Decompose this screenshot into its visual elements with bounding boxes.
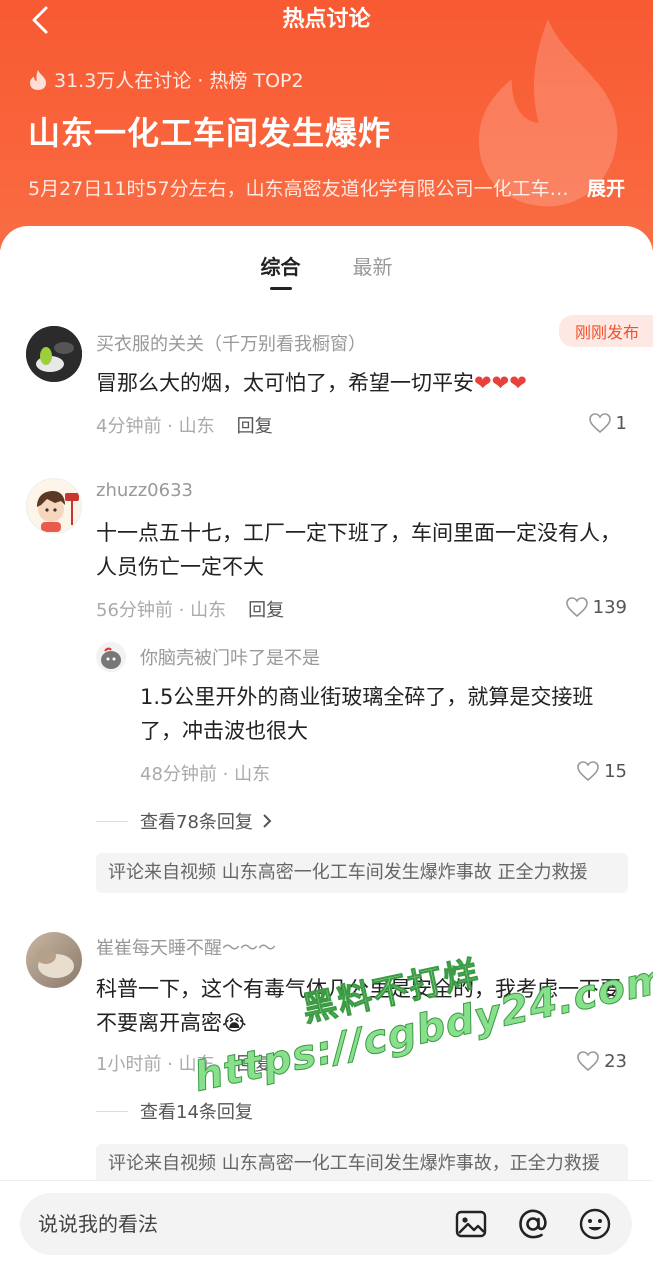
just-posted-badge: 刚刚发布 <box>558 315 653 347</box>
comment-tabs: 综合 最新 <box>0 254 653 290</box>
reply-button[interactable]: 回复 <box>237 416 273 437</box>
mention-icon[interactable] <box>516 1207 550 1241</box>
topic-meta: 31.3万人在讨论 · 热榜 TOP2 <box>28 66 304 93</box>
comment-info: 1小时前 · 山东 回复 <box>96 1050 273 1076</box>
emoji-icon[interactable] <box>578 1207 612 1241</box>
avatar-image-icon <box>37 491 79 532</box>
comment-text: 十一点五十七，工厂一定下班了，车间里面一定没有人，人员伤亡一定不大 <box>96 521 621 579</box>
comment-info: 4分钟前 · 山东 回复 <box>96 412 273 438</box>
comment-input[interactable]: 说说我的看法 <box>20 1193 632 1255</box>
video-source-link[interactable]: 评论来自视频 山东高密一化工车间发生爆炸事故，正全力救援 <box>96 1144 628 1184</box>
divider <box>96 820 128 822</box>
heart-icon <box>577 761 599 782</box>
comment-input-placeholder: 说说我的看法 <box>38 1212 158 1236</box>
comment-text: 科普一下，这个有毒气体几公里是安全的，我考虑一下要不要离开高密😭 <box>96 972 624 1040</box>
comment-time: 1小时前 · 山东 <box>96 1054 215 1075</box>
avatar[interactable] <box>26 478 82 534</box>
topic-title: 山东一化工车间发生爆炸 <box>28 114 392 152</box>
like-button[interactable]: 139 <box>565 596 627 618</box>
reply-button[interactable]: 回复 <box>237 1054 273 1075</box>
heart-emoji-icon: ❤❤❤ <box>474 371 527 395</box>
crying-emoji-icon: 😭 <box>222 1011 247 1035</box>
like-button[interactable]: 15 <box>576 760 627 782</box>
reply-text: 1.5公里开外的商业街玻璃全碎了，就算是交接班了，冲击波也很大 <box>140 685 594 743</box>
image-picker-icon[interactable] <box>454 1207 488 1241</box>
avatar[interactable] <box>96 642 126 672</box>
tab-comprehensive[interactable]: 综合 <box>261 254 301 290</box>
reply-time: 48分钟前 · 山东 <box>140 764 271 785</box>
avatar-image-icon <box>101 647 121 669</box>
chevron-right-icon <box>263 814 272 828</box>
like-count: 1 <box>615 412 627 434</box>
avatar-image-icon <box>26 326 82 382</box>
fire-icon <box>30 69 46 90</box>
comment-time: 4分钟前 · 山东 <box>96 416 215 437</box>
like-count: 23 <box>604 1050 627 1072</box>
tab-latest[interactable]: 最新 <box>353 254 393 290</box>
view-more-replies[interactable]: 查看14条回复 <box>96 1098 253 1124</box>
heart-icon <box>577 1051 599 1072</box>
topic-header: 热点讨论 31.3万人在讨论 · 热榜 TOP2 山东一化工车间发生爆炸 5月2… <box>0 0 653 250</box>
username[interactable]: 崔崔每天睡不醒～～～ <box>96 934 276 960</box>
username[interactable]: 买衣服的关关（千万别看我橱窗） <box>96 330 366 356</box>
username[interactable]: zhuzz0633 <box>96 480 193 501</box>
topic-meta-text: 31.3万人在讨论 · 热榜 TOP2 <box>54 70 304 92</box>
comment-time: 56分钟前 · 山东 <box>96 600 227 621</box>
avatar[interactable] <box>26 326 82 382</box>
comment-text-content: 冒那么大的烟，太可怕了，希望一切平安 <box>96 371 474 395</box>
expand-button[interactable]: 展开 <box>587 174 625 201</box>
comment-input-bar: 说说我的看法 <box>0 1180 653 1280</box>
view-more-replies-label: 查看14条回复 <box>140 1102 253 1123</box>
video-source-link[interactable]: 评论来自视频 山东高密一化工车间发生爆炸事故 正全力救援 <box>96 853 628 893</box>
avatar-image-icon <box>36 948 74 978</box>
like-count: 139 <box>592 596 627 618</box>
avatar[interactable] <box>26 932 82 988</box>
like-button[interactable]: 23 <box>576 1050 627 1072</box>
reply-button[interactable]: 回复 <box>248 600 284 621</box>
view-more-replies[interactable]: 查看78条回复 <box>96 808 275 834</box>
view-more-replies-label: 查看78条回复 <box>140 812 253 833</box>
heart-icon <box>565 597 588 618</box>
divider <box>96 1110 128 1112</box>
like-button[interactable]: 1 <box>588 412 627 434</box>
comment-info: 56分钟前 · 山东 回复 <box>96 596 284 622</box>
page-title: 热点讨论 <box>282 7 371 32</box>
comment-text: 冒那么大的烟，太可怕了，希望一切平安❤❤❤ <box>96 366 616 400</box>
heart-icon <box>588 413 611 434</box>
reply-username[interactable]: 你脑壳被门咔了是不是 <box>140 644 320 670</box>
topic-summary[interactable]: 5月27日11时57分左右，山东高密友道化学有限公司一化工车间发生爆炸 展开 <box>28 174 625 201</box>
topic-summary-text: 5月27日11时57分左右，山东高密友道化学有限公司一化工车间发生爆炸 <box>28 178 583 200</box>
comment-text-content: 科普一下，这个有毒气体几公里是安全的，我考虑一下要不要离开高密 <box>96 977 621 1035</box>
like-count: 15 <box>604 760 627 782</box>
